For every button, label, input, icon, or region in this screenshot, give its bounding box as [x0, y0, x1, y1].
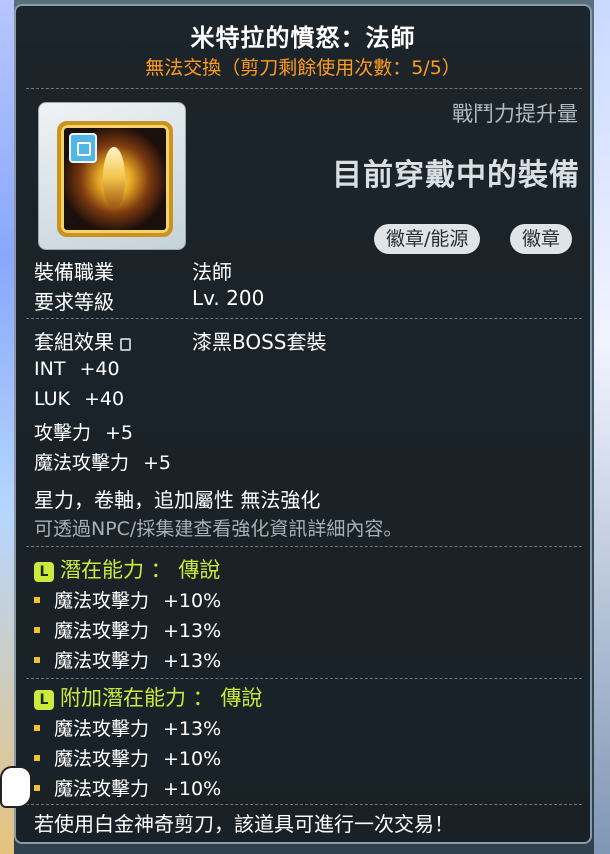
additional-potential-line: 魔法攻擊力 +13%	[34, 714, 221, 741]
stat-luk: LUK +40	[34, 388, 124, 410]
additional-potential-title: 附加潛在能力 ： 傳說	[60, 686, 263, 710]
potential-value: +13%	[163, 650, 222, 672]
enhance-hint: 可透過NPC/採集建查看強化資訊詳細內容。	[34, 518, 403, 540]
set-effect: 套組效果 漆黑BOSS套裝	[34, 326, 327, 355]
set-effect-value: 漆黑BOSS套裝	[192, 330, 327, 354]
additional-potential-header: L 附加潛在能力 ： 傳說	[34, 682, 262, 712]
tag-badge-energy: 徽章/能源	[374, 224, 481, 254]
trade-notice: 無法交換（剪刀剩餘使用次數：5/5）	[145, 57, 461, 79]
potential-value: +13%	[163, 620, 222, 642]
potential-line: 魔法攻擊力 +13%	[34, 616, 221, 643]
scissors-notice: 若使用白金神奇剪刀，該道具可進行一次交易！	[34, 812, 454, 836]
stat-name: INT	[34, 358, 66, 380]
stat-int: INT +40	[34, 358, 120, 380]
potential-stat: 魔法攻擊力	[54, 778, 150, 800]
bullet-icon	[34, 785, 40, 791]
power-increase-label: 戰鬥力提升量	[452, 102, 578, 126]
emblem-core	[103, 147, 125, 207]
tag-badge: 徽章	[510, 224, 573, 254]
stat-value: +40	[84, 388, 125, 410]
requirement-level: 要求等級 Lv. 200	[34, 286, 264, 315]
potential-stat: 魔法攻擊力	[54, 650, 150, 672]
requirement-level-label: 要求等級	[34, 290, 114, 314]
stat-value: +40	[79, 358, 120, 380]
item-tooltip: 米特拉的憤怒：法師 無法交換（剪刀剩餘使用次數：5/5） 戰鬥力提升量 目前穿戴…	[14, 4, 592, 844]
legendary-badge-icon: L	[34, 562, 54, 582]
divider	[26, 88, 582, 89]
stat-attack: 攻擊力 +5	[34, 418, 133, 445]
lock-icon	[120, 338, 131, 351]
divider	[26, 318, 582, 319]
bullet-icon	[34, 755, 40, 761]
requirement-job-value: 法師	[192, 260, 232, 284]
potential-value: +10%	[163, 778, 222, 800]
background-left	[0, 0, 14, 854]
potential-title: 潛在能力 ： 傳說	[60, 558, 221, 582]
potential-stat: 魔法攻擊力	[54, 748, 150, 770]
stat-name: 攻擊力	[34, 422, 92, 444]
divider	[26, 678, 582, 679]
potential-header: L 潛在能力 ： 傳說	[34, 554, 220, 584]
requirement-job: 裝備職業 法師	[34, 256, 232, 285]
stat-magic-attack: 魔法攻擊力 +5	[34, 448, 171, 475]
item-title: 米特拉的憤怒：法師	[190, 24, 416, 52]
lock-badge-icon	[69, 133, 97, 163]
background-right	[594, 0, 610, 854]
potential-value: +10%	[163, 590, 222, 612]
stat-value: +5	[143, 452, 172, 474]
legendary-badge-icon: L	[34, 690, 54, 710]
bullet-icon	[34, 725, 40, 731]
divider	[26, 804, 582, 805]
potential-stat: 魔法攻擊力	[54, 620, 150, 642]
potential-value: +13%	[163, 718, 222, 740]
stat-value: +5	[105, 422, 134, 444]
enhance-notice: 星力，卷軸，追加屬性 無法強化	[34, 488, 321, 512]
stat-name: 魔法攻擊力	[34, 452, 130, 474]
potential-line: 魔法攻擊力 +13%	[34, 646, 221, 673]
bullet-icon	[34, 597, 40, 603]
set-effect-label: 套組效果	[34, 330, 114, 354]
bullet-icon	[34, 657, 40, 663]
requirement-job-label: 裝備職業	[34, 260, 114, 284]
emblem-icon	[57, 121, 173, 237]
potential-value: +10%	[163, 748, 222, 770]
additional-potential-line: 魔法攻擊力 +10%	[34, 774, 221, 801]
stat-name: LUK	[34, 388, 71, 410]
additional-potential-line: 魔法攻擊力 +10%	[34, 744, 221, 771]
potential-line: 魔法攻擊力 +10%	[34, 586, 221, 613]
equipped-label: 目前穿戴中的裝備	[332, 158, 580, 193]
item-icon-frame	[38, 102, 186, 250]
hand-cursor-icon	[0, 766, 32, 808]
potential-stat: 魔法攻擊力	[54, 718, 150, 740]
potential-stat: 魔法攻擊力	[54, 590, 150, 612]
requirement-level-value: Lv. 200	[192, 286, 265, 310]
divider	[26, 546, 582, 547]
bullet-icon	[34, 627, 40, 633]
